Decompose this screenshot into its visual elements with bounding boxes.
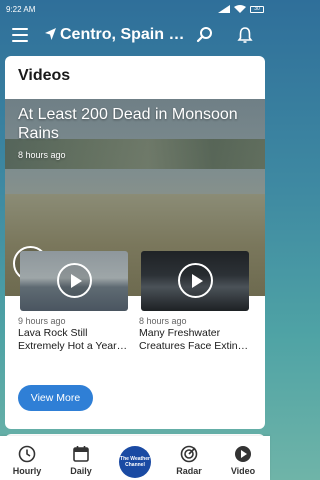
- nav-video[interactable]: Video: [219, 445, 267, 476]
- video-thumbnail-2[interactable]: [141, 251, 249, 311]
- menu-icon[interactable]: [12, 28, 28, 42]
- play-circle-icon: [235, 446, 251, 462]
- view-more-button[interactable]: View More: [18, 385, 93, 411]
- video-1-time: 9 hours ago: [18, 316, 66, 326]
- featured-video-title[interactable]: At Least 200 Dead in Monsoon Rains: [18, 105, 258, 143]
- status-time: 9:22 AM: [6, 4, 36, 14]
- video-1-title[interactable]: Lava Rock Still Extremely Hot a Year L..…: [18, 327, 130, 353]
- video-2-title[interactable]: Many Freshwater Creatures Face Extinct..…: [139, 327, 251, 353]
- nav-hourly-label: Hourly: [12, 466, 42, 476]
- search-icon[interactable]: [196, 26, 214, 44]
- videos-card: Videos At Least 200 Dead in Monsoon Rain…: [5, 56, 265, 429]
- radar-icon: [180, 445, 198, 463]
- wifi-icon: [234, 5, 246, 13]
- bell-icon[interactable]: [236, 26, 254, 44]
- location-arrow-icon: [45, 28, 56, 40]
- play-icon[interactable]: [57, 263, 92, 298]
- nav-radar[interactable]: Radar: [165, 445, 213, 476]
- logo-text: The Weather Channel: [120, 456, 150, 468]
- nav-video-label: Video: [230, 466, 256, 476]
- video-2-title-line2: Creatures Face Extinct...: [139, 340, 251, 352]
- calendar-icon: [73, 446, 89, 462]
- nav-daily[interactable]: Daily: [57, 445, 105, 476]
- clock-icon: [18, 445, 36, 463]
- nav-daily-label: Daily: [70, 466, 92, 476]
- signal-icon: [218, 5, 230, 13]
- status-bar: 9:22 AM 30: [0, 0, 270, 18]
- battery-icon: 30: [250, 5, 264, 13]
- nav-radar-label: Radar: [176, 466, 202, 476]
- weather-channel-logo[interactable]: The Weather Channel: [119, 446, 151, 478]
- play-icon[interactable]: [178, 263, 213, 298]
- video-thumbnail-1[interactable]: [20, 251, 128, 311]
- location-title[interactable]: Centro, Spain 290...: [60, 26, 192, 44]
- video-2-time: 8 hours ago: [139, 316, 187, 326]
- battery-level: 30: [254, 5, 260, 12]
- featured-video-time: 8 hours ago: [18, 150, 66, 160]
- video-1-title-line1: Lava Rock Still: [18, 327, 88, 339]
- section-title: Videos: [18, 67, 71, 84]
- video-2-title-line1: Many Freshwater: [139, 327, 221, 339]
- status-icons: 30: [218, 5, 264, 13]
- video-1-title-line2: Extremely Hot a Year L...: [18, 340, 130, 352]
- app-bar: Centro, Spain 290...: [0, 18, 270, 54]
- nav-hourly[interactable]: Hourly: [3, 445, 51, 476]
